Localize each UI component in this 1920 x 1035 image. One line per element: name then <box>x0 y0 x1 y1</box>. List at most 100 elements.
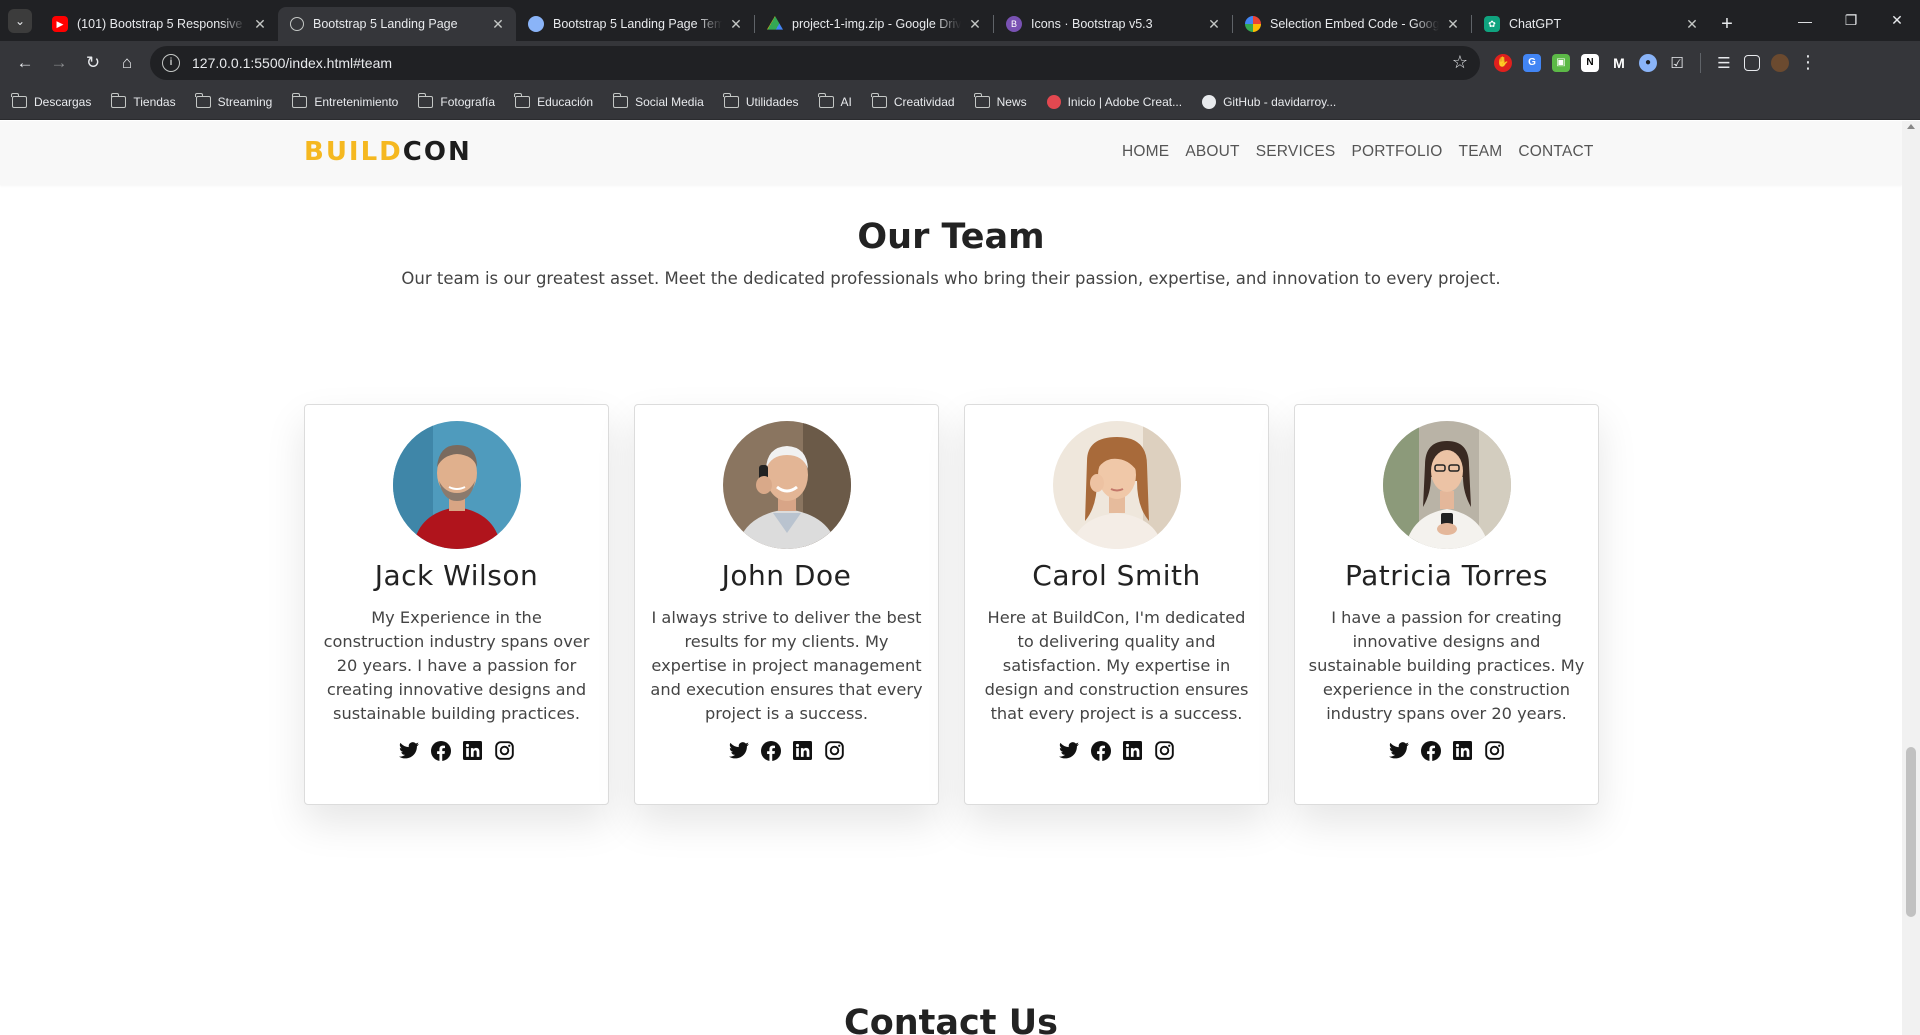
linkedin-icon[interactable] <box>1452 740 1473 761</box>
adblock-extension-icon[interactable]: ✋ <box>1494 53 1512 72</box>
browser-tab[interactable]: ✿ ChatGPT ✕ <box>1472 7 1710 41</box>
tab-title: Icons · Bootstrap v5.3 <box>1031 17 1153 31</box>
member-bio: I have a passion for creating innovative… <box>1308 608 1585 723</box>
extensions-area: ✋ G ▣ N M ● ☑ ☰ <box>1494 52 1789 73</box>
close-icon[interactable]: ✕ <box>967 16 983 33</box>
bookmark-label: Descargas <box>34 94 92 109</box>
bookmark-item[interactable]: AI <box>817 92 852 109</box>
site-info-icon[interactable]: i <box>162 53 180 72</box>
reading-list-icon[interactable]: ☰ <box>1715 54 1733 72</box>
instagram-icon[interactable] <box>494 740 515 761</box>
notion-extension-icon[interactable]: N <box>1581 53 1599 72</box>
nav-link-services[interactable]: SERVICES <box>1256 143 1336 161</box>
linkedin-icon[interactable] <box>462 740 483 761</box>
nav-link-contact[interactable]: CONTACT <box>1518 143 1593 161</box>
tab-search-button[interactable]: ⌄ <box>0 0 40 41</box>
instagram-icon[interactable] <box>824 740 845 761</box>
contact-section-title: Contact Us <box>844 1003 1058 1035</box>
instagram-icon[interactable] <box>1484 740 1505 761</box>
bookmark-item[interactable]: GitHub - davidarroy... <box>1202 94 1336 109</box>
browser-tab[interactable]: ▶ (101) Bootstrap 5 Responsive La ✕ <box>40 7 278 41</box>
bookmark-item[interactable]: Social Media <box>612 92 704 109</box>
close-icon[interactable]: ✕ <box>1684 16 1700 33</box>
team-card: Carol Smith Here at BuildCon, I'm dedica… <box>964 404 1269 805</box>
folder-icon <box>195 92 211 108</box>
bookmark-star-icon[interactable]: ☆ <box>1452 52 1468 73</box>
close-icon[interactable]: ✕ <box>728 16 744 33</box>
team-cards: Jack Wilson My Experience in the constru… <box>304 404 1599 805</box>
restore-button[interactable]: ❐ <box>1828 0 1874 41</box>
nav-link-team[interactable]: TEAM <box>1459 143 1503 161</box>
minimize-button[interactable]: — <box>1782 0 1828 41</box>
profile-avatar[interactable] <box>1771 53 1789 72</box>
bookmark-item[interactable]: Fotografía <box>417 92 495 109</box>
bookmark-item[interactable]: Descargas <box>11 92 92 109</box>
tab-title: project-1-img.zip - Google Driv <box>792 17 961 31</box>
close-window-button[interactable]: ✕ <box>1874 0 1920 41</box>
bookmark-item[interactable]: Utilidades <box>723 92 799 109</box>
home-button[interactable]: ⌂ <box>110 46 144 80</box>
bookmark-label: Utilidades <box>745 94 799 109</box>
nav-link-portfolio[interactable]: PORTFOLIO <box>1351 143 1442 161</box>
facebook-icon[interactable] <box>760 740 781 761</box>
browser-tab-active[interactable]: Bootstrap 5 Landing Page ✕ <box>278 7 516 41</box>
close-icon[interactable]: ✕ <box>490 16 506 33</box>
close-icon[interactable]: ✕ <box>252 16 268 33</box>
bookmark-item[interactable]: Entretenimiento <box>291 92 399 109</box>
close-icon[interactable]: ✕ <box>1445 16 1461 33</box>
bookmark-item[interactable]: News <box>973 92 1027 109</box>
bookmark-item[interactable]: Creatividad <box>871 92 955 109</box>
browser-tab[interactable]: B Icons · Bootstrap v5.3 ✕ <box>994 7 1232 41</box>
reload-button[interactable]: ↻ <box>76 46 110 80</box>
folder-icon <box>417 92 434 108</box>
puzzle-extensions-icon[interactable]: ☑ <box>1668 54 1686 72</box>
tab-title: Bootstrap 5 Landing Page Temp <box>553 17 722 31</box>
brand-logo[interactable]: BUILDCON <box>304 137 472 167</box>
linkedin-icon[interactable] <box>1122 740 1143 761</box>
facebook-icon[interactable] <box>430 740 451 761</box>
twitter-icon[interactable] <box>1058 740 1079 761</box>
new-tab-button[interactable]: + <box>1710 7 1744 41</box>
browser-tab[interactable]: Bootstrap 5 Landing Page Temp ✕ <box>516 7 754 41</box>
bookmark-label: AI <box>840 94 852 109</box>
browser-tab[interactable]: project-1-img.zip - Google Driv ✕ <box>755 7 993 41</box>
browser-tab[interactable]: Selection Embed Code - Googl ✕ <box>1233 7 1471 41</box>
bookmark-label: Entretenimiento <box>314 94 399 109</box>
folder-icon <box>11 92 27 108</box>
bookmark-label: Creatividad <box>893 94 955 109</box>
green-extension-icon[interactable]: ▣ <box>1552 53 1570 72</box>
twitter-icon[interactable] <box>398 740 419 761</box>
tab-title: Bootstrap 5 Landing Page <box>313 17 458 31</box>
url-text[interactable]: 127.0.0.1:5500/index.html#team <box>192 55 1452 71</box>
scroll-up-arrow-icon[interactable] <box>1907 124 1915 129</box>
facebook-icon[interactable] <box>1090 740 1111 761</box>
member-name: Patricia Torres <box>1345 559 1548 592</box>
medium-extension-icon[interactable]: M <box>1610 54 1628 72</box>
bookmark-item[interactable]: Streaming <box>195 92 272 109</box>
side-panel-icon[interactable] <box>1744 54 1760 71</box>
linkedin-icon[interactable] <box>792 740 813 761</box>
scrollbar-thumb[interactable] <box>1906 747 1916 917</box>
forward-button[interactable]: → <box>42 46 76 80</box>
twitter-icon[interactable] <box>728 740 749 761</box>
bookmark-label: News <box>996 94 1027 109</box>
address-bar[interactable]: i 127.0.0.1:5500/index.html#team ☆ <box>150 45 1480 80</box>
chevron-down-icon: ⌄ <box>8 8 32 33</box>
vpn-extension-icon[interactable]: ● <box>1639 53 1657 72</box>
instagram-icon[interactable] <box>1154 740 1175 761</box>
menu-kebab-icon[interactable]: ⋮ <box>1799 52 1817 73</box>
nav-link-home[interactable]: HOME <box>1122 143 1169 161</box>
bookmark-label: Inicio | Adobe Creat... <box>1067 94 1183 109</box>
bookmark-item[interactable]: Tiendas <box>110 92 176 109</box>
nav-link-about[interactable]: ABOUT <box>1185 143 1239 161</box>
back-button[interactable]: ← <box>8 46 42 80</box>
bookmark-item[interactable]: Educación <box>514 92 593 109</box>
close-icon[interactable]: ✕ <box>1206 16 1222 33</box>
page-scrollbar[interactable] <box>1902 121 1920 1035</box>
translate-extension-icon[interactable]: G <box>1523 53 1541 72</box>
team-section-lead: Our team is our greatest asset. Meet the… <box>401 269 1501 288</box>
twitter-icon[interactable] <box>1388 740 1409 761</box>
facebook-icon[interactable] <box>1420 740 1441 761</box>
brand-part-2: CON <box>402 137 472 167</box>
bookmark-item[interactable]: Inicio | Adobe Creat... <box>1046 94 1183 109</box>
